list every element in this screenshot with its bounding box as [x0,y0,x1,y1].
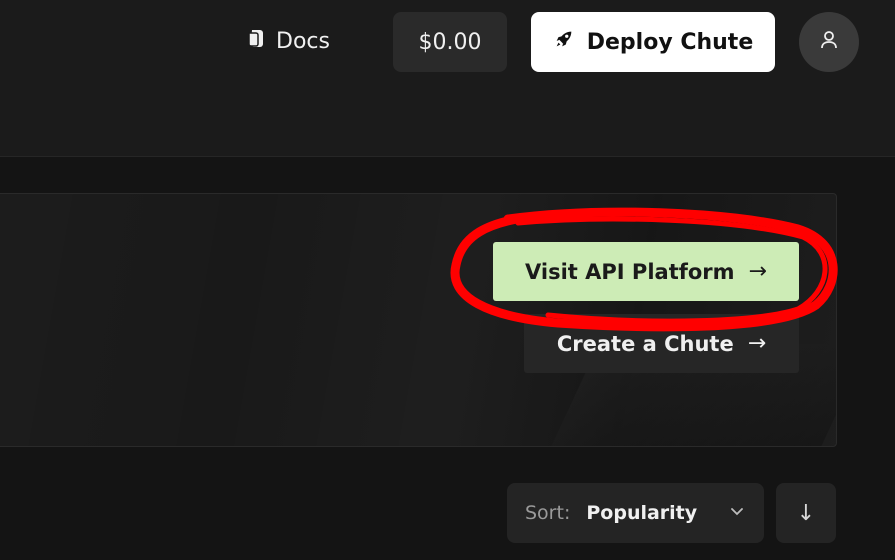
visit-api-platform-button[interactable]: Visit API Platform → [493,242,799,301]
chevron-down-icon [728,502,746,525]
user-avatar-button[interactable] [799,12,859,72]
sort-dropdown[interactable]: Sort: Popularity [507,483,764,543]
top-header: Docs $0.00 Deploy Chute [0,0,895,157]
arrow-right-icon: → [747,331,767,356]
sort-value: Popularity [586,502,698,524]
create-chute-button[interactable]: Create a Chute → [524,314,799,373]
rocket-icon [553,28,575,56]
sort-direction-button[interactable]: ↓ [776,483,836,543]
balance-button[interactable]: $0.00 [393,12,507,72]
docs-label: Docs [276,28,330,54]
arrow-right-icon: → [748,259,767,284]
sort-label: Sort: [525,502,571,524]
arrow-down-icon: ↓ [796,500,816,526]
docs-icon [246,27,266,55]
user-icon [818,29,840,55]
deploy-chute-button[interactable]: Deploy Chute [531,12,775,72]
visit-api-platform-label: Visit API Platform [525,259,735,284]
docs-link[interactable]: Docs [246,18,330,64]
create-chute-label: Create a Chute [556,331,734,356]
deploy-chute-label: Deploy Chute [586,29,754,55]
